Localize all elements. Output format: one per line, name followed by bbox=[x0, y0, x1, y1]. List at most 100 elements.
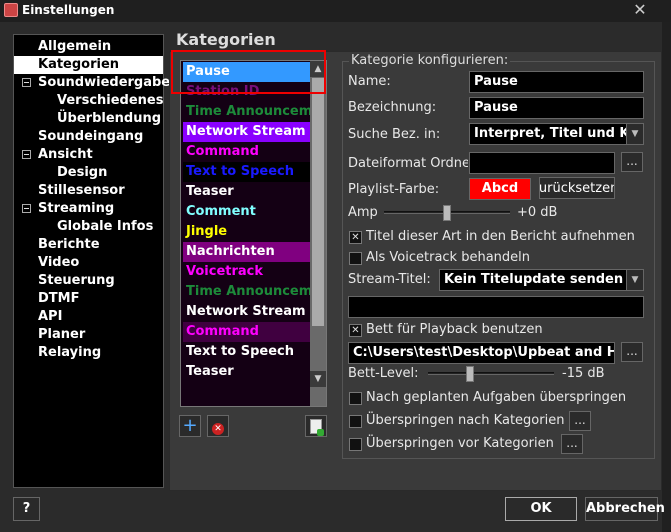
sidebar-item-label: Berichte bbox=[38, 237, 100, 252]
ok-button[interactable]: OK bbox=[505, 497, 577, 521]
category-list-item[interactable]: Voicetrack bbox=[183, 262, 311, 282]
skip-planned-label: Nach geplanten Aufgaben überspringen bbox=[366, 390, 627, 405]
bed-level-value: -15 dB bbox=[562, 366, 605, 381]
sidebar-item-ansicht[interactable]: Ansicht bbox=[14, 146, 163, 164]
color-reset-button[interactable]: Zurücksetzen bbox=[539, 177, 615, 199]
dateiformat-input[interactable] bbox=[469, 152, 615, 174]
close-button[interactable]: ✕ bbox=[622, 0, 658, 20]
sidebar-item-soundeingang[interactable]: Soundeingang bbox=[14, 128, 163, 146]
app-icon bbox=[4, 3, 18, 17]
selection-highlight-box bbox=[171, 50, 326, 94]
window-edge bbox=[662, 22, 671, 532]
stream-title-select[interactable]: Kein Titelupdate senden ▼ bbox=[439, 269, 644, 291]
sidebar-item-label: Design bbox=[57, 165, 108, 180]
category-list-item[interactable]: Teaser bbox=[183, 182, 311, 202]
sidebar-item-verschiedenes[interactable]: Verschiedenes bbox=[14, 92, 163, 110]
stream-title-input[interactable] bbox=[348, 296, 644, 318]
dateiformat-browse-button[interactable]: ... bbox=[621, 152, 643, 172]
cancel-button[interactable]: Abbrechen bbox=[585, 497, 665, 521]
amp-value: +0 dB bbox=[517, 205, 558, 220]
skip-planned-checkbox[interactable] bbox=[349, 392, 362, 405]
sidebar-item-label: Ansicht bbox=[38, 147, 93, 162]
sidebar-item-kategorien[interactable]: Kategorien bbox=[14, 56, 163, 74]
bed-checkbox[interactable]: ✕ bbox=[349, 324, 362, 337]
stream-title-label: Stream-Titel: bbox=[348, 272, 431, 287]
category-list-item[interactable]: Jingle bbox=[183, 222, 311, 242]
category-list-item[interactable]: Time Announcement bbox=[183, 282, 311, 302]
remove-icon: ✕ bbox=[212, 423, 224, 435]
sidebar-item-soundwiedergabe[interactable]: Soundwiedergabe bbox=[14, 74, 170, 92]
voicetrack-checkbox[interactable] bbox=[349, 252, 362, 265]
skip-before-browse-button[interactable]: ... bbox=[561, 434, 583, 454]
sidebar-item-label: Steuerung bbox=[38, 273, 115, 288]
sidebar-item-label: Soundeingang bbox=[38, 129, 144, 144]
bed-path-input[interactable]: C:\Users\test\Desktop\Upbeat and Happy bbox=[348, 342, 615, 364]
sidebar-item-label: Soundwiedergabe bbox=[38, 75, 171, 90]
category-list-item[interactable]: Command bbox=[183, 322, 311, 342]
sidebar-item-label: Verschiedenes bbox=[57, 93, 164, 108]
category-list-item[interactable]: Text to Speech bbox=[183, 162, 311, 182]
bed-level-label: Bett-Level: bbox=[348, 366, 419, 381]
remove-category-button[interactable]: ✕ bbox=[207, 415, 229, 437]
sidebar-item-label: Kategorien bbox=[38, 57, 120, 72]
sidebar-item-allgemein[interactable]: Allgemein bbox=[14, 38, 163, 56]
sidebar-item-design[interactable]: Design bbox=[14, 164, 163, 182]
suche-select[interactable]: Interpret, Titel und Kategorie▼ bbox=[469, 123, 644, 145]
sidebar-item-überblendung[interactable]: Überblendung bbox=[14, 110, 163, 128]
sidebar-item-planer[interactable]: Planer bbox=[14, 326, 163, 344]
chevron-down-icon: ▼ bbox=[626, 124, 643, 144]
sidebar-item-label: DTMF bbox=[38, 291, 80, 306]
sidebar-item-label: Globale Infos bbox=[57, 219, 154, 234]
document-icon bbox=[310, 419, 324, 436]
bed-level-slider-track[interactable] bbox=[428, 372, 554, 375]
voicetrack-label: Als Voicetrack behandeln bbox=[366, 250, 531, 265]
sidebar-item-label: Allgemein bbox=[38, 39, 112, 54]
export-category-button[interactable] bbox=[305, 415, 327, 437]
sidebar-item-label: Planer bbox=[38, 327, 86, 342]
collapse-icon[interactable] bbox=[22, 150, 31, 159]
sidebar-item-globale-infos[interactable]: Globale Infos bbox=[14, 218, 163, 236]
category-list-item[interactable]: Comment bbox=[183, 202, 311, 222]
scroll-thumb[interactable] bbox=[312, 78, 324, 326]
sidebar-item-berichte[interactable]: Berichte bbox=[14, 236, 163, 254]
add-category-button[interactable]: + bbox=[179, 415, 201, 437]
sidebar-item-label: Streaming bbox=[38, 201, 115, 216]
category-list-item[interactable]: Teaser bbox=[183, 362, 311, 382]
category-list-item[interactable]: Time Announcement bbox=[183, 102, 311, 122]
category-list-item[interactable]: Command bbox=[183, 142, 311, 162]
bed-path-browse-button[interactable]: ... bbox=[621, 342, 643, 362]
sidebar-item-relaying[interactable]: Relaying bbox=[14, 344, 163, 362]
report-label: Titel dieser Art in den Bericht aufnehme… bbox=[366, 229, 635, 244]
skip-before-checkbox[interactable] bbox=[349, 438, 362, 451]
sidebar-item-stillesensor[interactable]: Stillesensor bbox=[14, 182, 163, 200]
category-list-item[interactable]: Nachrichten bbox=[183, 242, 311, 262]
skip-after-checkbox[interactable] bbox=[349, 415, 362, 428]
sidebar-item-dtmf[interactable]: DTMF bbox=[14, 290, 163, 308]
dateiformat-label: Dateiformat Ordner: bbox=[348, 156, 468, 171]
category-list-item[interactable]: Network Stream bbox=[183, 122, 311, 142]
sidebar-item-video[interactable]: Video bbox=[14, 254, 163, 272]
stream-title-select-value: Kein Titelupdate senden bbox=[444, 272, 624, 287]
collapse-icon[interactable] bbox=[22, 204, 31, 213]
category-list-item[interactable]: Network Stream bbox=[183, 302, 311, 322]
collapse-icon[interactable] bbox=[22, 78, 31, 87]
sidebar-item-api[interactable]: API bbox=[14, 308, 163, 326]
suche-label: Suche Bez. in: bbox=[348, 127, 441, 142]
scroll-down-arrow-icon[interactable]: ▼ bbox=[310, 371, 326, 387]
help-button[interactable]: ? bbox=[13, 497, 40, 521]
playlist-color-swatch[interactable]: Abcd bbox=[469, 178, 531, 200]
config-legend: Kategorie konfigurieren: bbox=[349, 53, 511, 68]
sidebar-item-streaming[interactable]: Streaming bbox=[14, 200, 163, 218]
chevron-down-icon: ▼ bbox=[626, 270, 643, 290]
skip-after-browse-button[interactable]: ... bbox=[569, 411, 591, 431]
name-input[interactable]: Pause bbox=[469, 71, 644, 93]
sidebar-item-label: Überblendung bbox=[57, 111, 162, 126]
report-checkbox[interactable]: ✕ bbox=[349, 231, 362, 244]
sidebar-item-label: Relaying bbox=[38, 345, 102, 360]
category-list[interactable]: PauseStation IDTime AnnouncementNetwork … bbox=[180, 60, 327, 407]
bezeichnung-input[interactable]: Pause bbox=[469, 97, 644, 119]
amp-slider-thumb[interactable] bbox=[443, 205, 451, 221]
sidebar-item-steuerung[interactable]: Steuerung bbox=[14, 272, 163, 290]
bed-level-slider-thumb[interactable] bbox=[465, 366, 474, 382]
category-list-item[interactable]: Text to Speech bbox=[183, 342, 311, 362]
